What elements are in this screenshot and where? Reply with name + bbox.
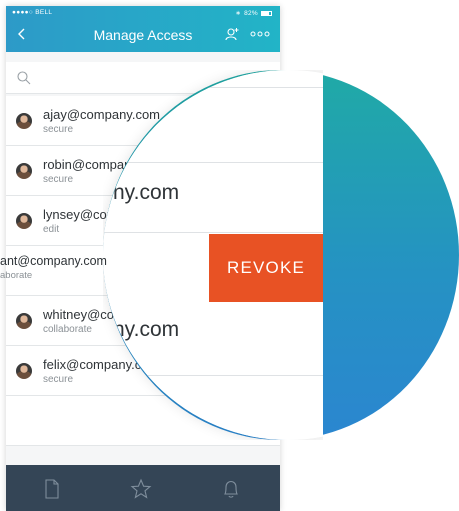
status-battery: ∗ 82%: [235, 9, 272, 17]
bluetooth-icon: ∗: [235, 10, 242, 17]
status-carrier: ●●●●○ BELL: [12, 9, 53, 16]
nav-bar: ●●●●○ BELL ∗ 82% Manage Access: [6, 6, 280, 52]
avatar: [16, 363, 32, 379]
magnified-row: ny.com: [103, 302, 323, 376]
magnified-row: ny.com: [103, 163, 323, 233]
avatar: [16, 163, 32, 179]
tab-bar: [6, 465, 280, 511]
user-permission: secure: [43, 374, 74, 385]
magnified-row: [103, 376, 323, 440]
document-icon[interactable]: [41, 478, 63, 500]
more-options-icon[interactable]: [250, 30, 270, 38]
user-permission: collaborate: [43, 324, 92, 335]
avatar: [16, 313, 32, 329]
magnified-row: [103, 88, 323, 163]
star-icon[interactable]: [130, 478, 152, 500]
avatar: [16, 213, 32, 229]
user-permission: secure: [43, 174, 74, 185]
avatar: [16, 113, 32, 129]
battery-percent: 82%: [244, 9, 258, 17]
add-user-icon[interactable]: [225, 27, 239, 41]
magnified-email: ny.com: [113, 318, 180, 341]
swiped-email: ant@company.com: [0, 254, 107, 268]
search-icon: [17, 71, 31, 85]
bell-icon[interactable]: [220, 478, 242, 500]
revoke-button[interactable]: REVOKE: [209, 234, 323, 302]
battery-icon: [261, 10, 272, 16]
user-permission: edit: [43, 224, 60, 235]
user-permission: secure: [43, 124, 74, 135]
swiped-permission: aborate: [0, 270, 33, 281]
magnified-email: ny.com: [113, 181, 180, 204]
magnified-row: [103, 70, 323, 88]
